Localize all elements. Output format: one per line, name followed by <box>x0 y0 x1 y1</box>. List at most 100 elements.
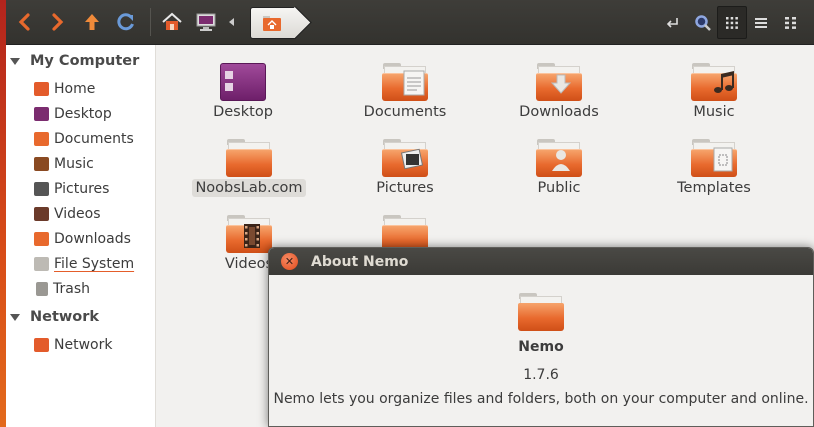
expander-icon <box>10 313 20 321</box>
toolbar-separator <box>150 8 151 36</box>
item-label: Documents <box>363 104 447 120</box>
search-button[interactable] <box>688 6 718 39</box>
reload-icon <box>117 13 134 31</box>
dialog-titlebar: ✕ About Nemo <box>269 248 813 275</box>
app-name: Nemo <box>518 339 564 355</box>
item-label: Desktop <box>213 104 273 120</box>
reload-button[interactable] <box>112 8 140 36</box>
app-description: Nemo lets you organize files and folders… <box>273 391 809 407</box>
folder-icon <box>226 139 272 177</box>
expander-icon <box>10 57 20 65</box>
sidebar-item-label: Desktop <box>54 106 112 122</box>
item-label: Public <box>537 180 581 196</box>
toggle-location-button[interactable] <box>658 6 688 39</box>
pictures-icon <box>34 182 49 196</box>
trash-icon <box>36 282 48 296</box>
section-network[interactable]: Network <box>10 309 99 325</box>
item-label: Music <box>693 104 735 120</box>
sidebar-item-label: Trash <box>53 281 90 297</box>
item-downloads[interactable]: Downloads <box>494 63 624 121</box>
drive-icon <box>34 257 49 271</box>
sidebar-item-file-system[interactable]: File System <box>34 253 134 275</box>
item-music[interactable]: Music <box>649 63 779 121</box>
music-folder-icon <box>691 63 737 101</box>
list-view-button[interactable] <box>746 6 776 39</box>
back-button[interactable] <box>10 8 38 36</box>
sidebar-item-pictures[interactable]: Pictures <box>34 178 109 200</box>
public-folder-icon <box>536 139 582 177</box>
section-title: My Computer <box>30 53 140 69</box>
dialog-title: About Nemo <box>311 253 409 270</box>
grid-icon <box>726 16 738 29</box>
videos-folder-icon <box>226 215 272 253</box>
section-my-computer[interactable]: My Computer <box>10 53 139 69</box>
sidebar-item-music[interactable]: Music <box>34 153 94 175</box>
item-documents[interactable]: Documents <box>340 63 470 121</box>
sidebar-item-videos[interactable]: Videos <box>34 203 101 225</box>
templates-folder-icon <box>691 139 737 177</box>
documents-icon <box>34 132 49 146</box>
pictures-folder-icon <box>382 139 428 177</box>
close-button[interactable]: ✕ <box>281 253 298 270</box>
home-icon <box>162 12 182 30</box>
up-button[interactable] <box>78 8 106 36</box>
item-label: Templates <box>677 180 751 196</box>
sidebar-item-label: Home <box>54 81 96 97</box>
file-manager-window: My Computer Home Desktop Documents Music… <box>6 0 814 427</box>
sidebar-item-home[interactable]: Home <box>34 78 95 100</box>
forward-button[interactable] <box>44 8 72 36</box>
sidebar-item-desktop[interactable]: Desktop <box>34 103 112 125</box>
close-icon: ✕ <box>284 255 295 268</box>
item-label: NoobsLab.com <box>192 179 306 197</box>
sidebar-item-label: Music <box>54 156 94 172</box>
sidebar-item-network[interactable]: Network <box>34 334 112 356</box>
sidebar: My Computer Home Desktop Documents Music… <box>6 45 156 427</box>
forward-arrow-icon <box>52 13 64 31</box>
item-templates[interactable]: Templates <box>649 139 779 197</box>
compact-grid-icon <box>785 16 796 29</box>
search-icon <box>695 14 711 31</box>
downloads-icon <box>34 232 49 246</box>
sidebar-item-label: File System <box>54 256 135 272</box>
list-icon <box>755 17 767 28</box>
toolbar <box>6 0 814 45</box>
home-folder-icon <box>263 16 281 31</box>
sidebar-item-label: Videos <box>54 206 101 222</box>
network-icon <box>34 338 49 352</box>
sidebar-item-label: Downloads <box>54 231 131 247</box>
documents-folder-icon <box>382 63 428 101</box>
icon-view-button[interactable] <box>717 6 747 39</box>
item-public[interactable]: Public <box>494 139 624 197</box>
downloads-folder-icon <box>536 63 582 101</box>
app-version: 1.7.6 <box>523 367 559 383</box>
section-title: Network <box>30 309 100 325</box>
caret-left-icon <box>229 18 234 26</box>
computer-button[interactable] <box>192 8 220 36</box>
desktop-folder-icon <box>220 63 266 101</box>
sidebar-item-documents[interactable]: Documents <box>34 128 134 150</box>
breadcrumb-left-button[interactable] <box>224 8 240 36</box>
item-noobslab[interactable]: NoobsLab.com <box>184 139 314 197</box>
computer-icon <box>196 13 216 31</box>
home-button[interactable] <box>158 8 186 36</box>
up-arrow-icon <box>85 14 99 30</box>
sidebar-item-label: Network <box>54 337 113 353</box>
videos-icon <box>34 207 49 221</box>
item-label: Pictures <box>376 180 434 196</box>
back-arrow-icon <box>18 13 30 31</box>
item-label: Downloads <box>519 104 599 120</box>
item-desktop[interactable]: Desktop <box>178 63 308 121</box>
sidebar-item-downloads[interactable]: Downloads <box>34 228 131 250</box>
home-icon <box>34 82 49 96</box>
sidebar-item-label: Documents <box>54 131 134 147</box>
breadcrumb-home[interactable] <box>250 7 296 39</box>
app-logo-icon <box>518 293 564 331</box>
about-dialog: ✕ About Nemo Nemo 1.7.6 Nemo lets you or… <box>268 247 814 427</box>
desktop-icon <box>34 107 49 121</box>
dialog-body: Nemo 1.7.6 Nemo lets you organize files … <box>269 293 813 407</box>
compact-view-button[interactable] <box>776 6 806 39</box>
sidebar-item-trash[interactable]: Trash <box>34 278 90 300</box>
location-toggle-icon <box>666 17 678 28</box>
item-pictures[interactable]: Pictures <box>340 139 470 197</box>
music-icon <box>34 157 49 171</box>
